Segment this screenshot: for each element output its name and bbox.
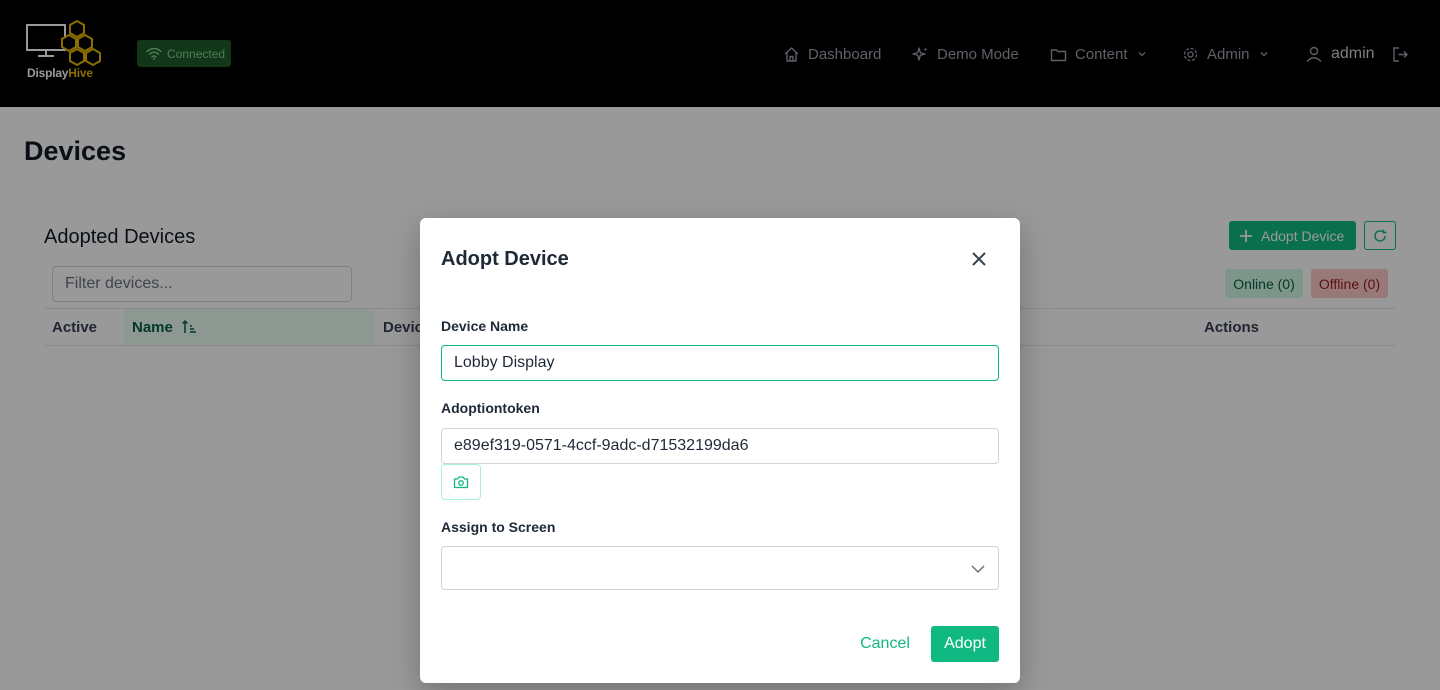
close-icon bbox=[972, 252, 986, 266]
adopt-button[interactable]: Adopt bbox=[931, 626, 999, 662]
assign-screen-label: Assign to Screen bbox=[441, 519, 556, 535]
close-button[interactable] bbox=[966, 246, 992, 272]
device-name-input[interactable] bbox=[441, 345, 999, 381]
scan-qr-camera-button[interactable] bbox=[441, 464, 481, 500]
adoption-token-input[interactable] bbox=[441, 428, 999, 464]
adoption-token-label: Adoptiontoken bbox=[441, 400, 540, 416]
adopt-device-modal: Adopt Device Device Name Adoptiontoken A… bbox=[420, 218, 1020, 683]
camera-icon bbox=[453, 476, 469, 489]
device-name-label: Device Name bbox=[441, 318, 529, 334]
chevron-down-icon bbox=[971, 565, 985, 574]
modal-title: Adopt Device bbox=[441, 248, 569, 270]
assign-screen-select[interactable] bbox=[441, 546, 999, 590]
cancel-button[interactable]: Cancel bbox=[850, 626, 920, 662]
